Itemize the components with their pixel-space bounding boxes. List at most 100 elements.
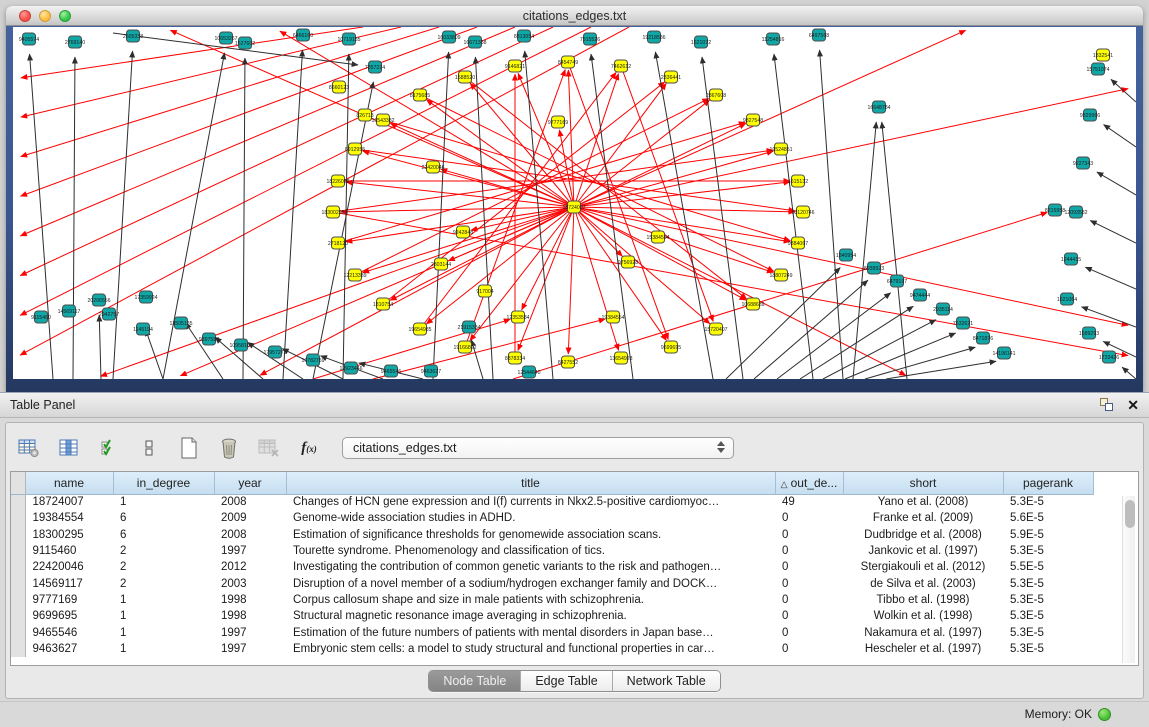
tab-edge-table[interactable]: Edge Table <box>521 671 612 691</box>
cell-name: 18724007 <box>25 494 113 510</box>
cell-indeg: 1 <box>113 592 214 608</box>
citation-edge-black[interactable] <box>1090 221 1136 243</box>
citation-edge-red[interactable] <box>21 27 477 196</box>
function-builder-button[interactable]: f(x) <box>294 434 324 462</box>
row-height-button[interactable] <box>134 434 164 462</box>
graph-node-label: 1621064 <box>1057 297 1077 303</box>
table-scrollbar[interactable] <box>1122 496 1135 663</box>
table-row[interactable]: 1938455462009Genome-wide association stu… <box>11 510 1093 526</box>
select-columns-button[interactable] <box>94 434 124 462</box>
cell-title: Structural magnetic resonance image aver… <box>286 608 775 624</box>
table-row[interactable]: 1830029562008Estimation of significance … <box>11 527 1093 543</box>
graph-node-label: 12353584 <box>506 315 529 321</box>
citation-edge-red[interactable] <box>260 207 574 375</box>
citation-edge-black[interactable] <box>73 57 75 379</box>
cell-title: Tourette syndrome. Phenomenology and cla… <box>286 543 775 559</box>
network-canvas[interactable]: 9405574276914026053381065326715276026466… <box>13 27 1136 379</box>
graph-node-label: 8813054 <box>514 34 534 40</box>
citation-edge-black[interactable] <box>163 53 225 379</box>
citation-edge-red[interactable] <box>574 207 619 350</box>
table-row[interactable]: 946362711997Embryonic stem cells: a mode… <box>11 641 1093 657</box>
citation-edge-black[interactable] <box>853 122 876 379</box>
float-panel-icon[interactable] <box>1099 397 1115 413</box>
citation-edge-black[interactable] <box>1104 125 1136 147</box>
delete-columns-button[interactable] <box>214 434 244 462</box>
cell-title: Embryonic stem cells: a model to study s… <box>286 641 775 657</box>
citation-edge-black[interactable] <box>243 58 245 379</box>
citation-edge-red[interactable] <box>568 70 574 207</box>
cell-year: 2012 <box>214 559 286 575</box>
column-header-in_degree[interactable]: in_degree <box>113 472 214 494</box>
table-row[interactable]: 946554611997Estimation of the future num… <box>11 624 1093 640</box>
table-row[interactable]: 1872400712008Changes of HCN gene express… <box>11 494 1093 510</box>
graph-node-label: 19654985 <box>408 327 431 333</box>
node-table-region: namein_degreeyeartitle△out_de...shortpag… <box>10 471 1139 666</box>
memory-status-icon[interactable] <box>1098 708 1111 721</box>
graph-node-label: 1589293 <box>1079 331 1099 337</box>
citation-edge-red[interactable] <box>574 151 773 207</box>
table-mode-button[interactable] <box>14 434 44 462</box>
citation-edge-black[interactable] <box>823 320 936 379</box>
sort-ascending-icon: △ <box>781 479 788 489</box>
citation-edge-black[interactable] <box>313 82 373 379</box>
table-scrollbar-thumb[interactable] <box>1125 500 1135 528</box>
citation-edge-red[interactable] <box>20 27 591 315</box>
show-columns-button[interactable] <box>54 434 84 462</box>
column-header-name[interactable]: name <box>25 472 113 494</box>
citation-edge-red[interactable] <box>441 169 574 207</box>
tab-node-table[interactable]: Node Table <box>429 671 521 691</box>
citation-edge-red[interactable] <box>568 62 668 339</box>
citation-edge-black[interactable] <box>1111 79 1136 102</box>
citation-edge-black[interactable] <box>777 293 891 379</box>
citation-edge-black[interactable] <box>820 50 843 379</box>
cell-year: 2008 <box>214 494 286 510</box>
graph-node-label: 9405574 <box>19 37 39 43</box>
new-table-button[interactable] <box>174 434 204 462</box>
citation-edge-red[interactable] <box>574 89 1128 207</box>
cell-title: Corpus callosum shape and size in male p… <box>286 592 775 608</box>
column-header-short[interactable]: short <box>843 472 1003 494</box>
column-header-out_de[interactable]: △out_de... <box>775 472 843 494</box>
column-header-title[interactable]: title <box>286 472 775 494</box>
graph-node-label: 1733426 <box>1099 355 1119 361</box>
graph-node-label: 9463627 <box>421 369 441 375</box>
column-header-pagerank[interactable]: pagerank <box>1003 472 1093 494</box>
citation-edge-red[interactable] <box>574 30 966 207</box>
network-window-titlebar[interactable]: citations_edges.txt <box>6 6 1143 26</box>
cell-name: 18300295 <box>25 527 113 543</box>
graph-node-label: 2803144 <box>431 262 451 268</box>
citation-edge-black[interactable] <box>113 51 133 379</box>
table-row[interactable]: 969969511998Structural magnetic resonanc… <box>11 608 1093 624</box>
table-row[interactable]: 977716911998Corpus callosum shape and si… <box>11 592 1093 608</box>
graph-node-label: 14569117 <box>58 309 81 315</box>
cell-indeg: 2 <box>113 559 214 575</box>
citation-edge-black[interactable] <box>886 361 996 379</box>
delete-table-button[interactable] <box>254 434 284 462</box>
citation-edge-black[interactable] <box>726 268 840 379</box>
citation-edge-black[interactable] <box>146 330 163 379</box>
citation-edge-red[interactable] <box>363 207 574 273</box>
citation-edge-black[interactable] <box>30 54 53 379</box>
network-graph[interactable]: 9405574276914026053381065326715276026466… <box>13 27 1136 379</box>
citation-edge-red[interactable] <box>568 207 574 354</box>
citation-edge-black[interactable] <box>283 50 303 379</box>
column-header-year[interactable]: year <box>214 472 286 494</box>
citation-edge-black[interactable] <box>1122 367 1136 379</box>
graph-node-label: 1810754 <box>373 302 393 308</box>
table-select-dropdown[interactable]: citations_edges.txt <box>342 437 734 459</box>
citation-edge-red[interactable] <box>574 207 773 273</box>
citation-edge-black[interactable] <box>1097 172 1136 195</box>
table-row[interactable]: 2242004622012Investigating the contribut… <box>11 559 1093 575</box>
table-row[interactable]: 911546021997Tourette syndrome. Phenomeno… <box>11 543 1093 559</box>
table-row[interactable]: 1456911722003Disruption of a novel membe… <box>11 575 1093 591</box>
citation-edge-black[interactable] <box>185 323 223 379</box>
close-panel-icon[interactable]: ✕ <box>1127 397 1139 413</box>
citation-edge-black[interactable] <box>1085 267 1136 289</box>
tab-network-table[interactable]: Network Table <box>613 671 720 691</box>
citation-edge-black[interactable] <box>99 315 101 379</box>
citation-edge-red[interactable] <box>101 207 574 376</box>
citation-edge-black[interactable] <box>433 52 449 379</box>
graph-node-label: 9827548 <box>743 118 763 124</box>
cell-out: 0 <box>775 624 843 640</box>
citation-edge-black[interactable] <box>882 122 907 379</box>
